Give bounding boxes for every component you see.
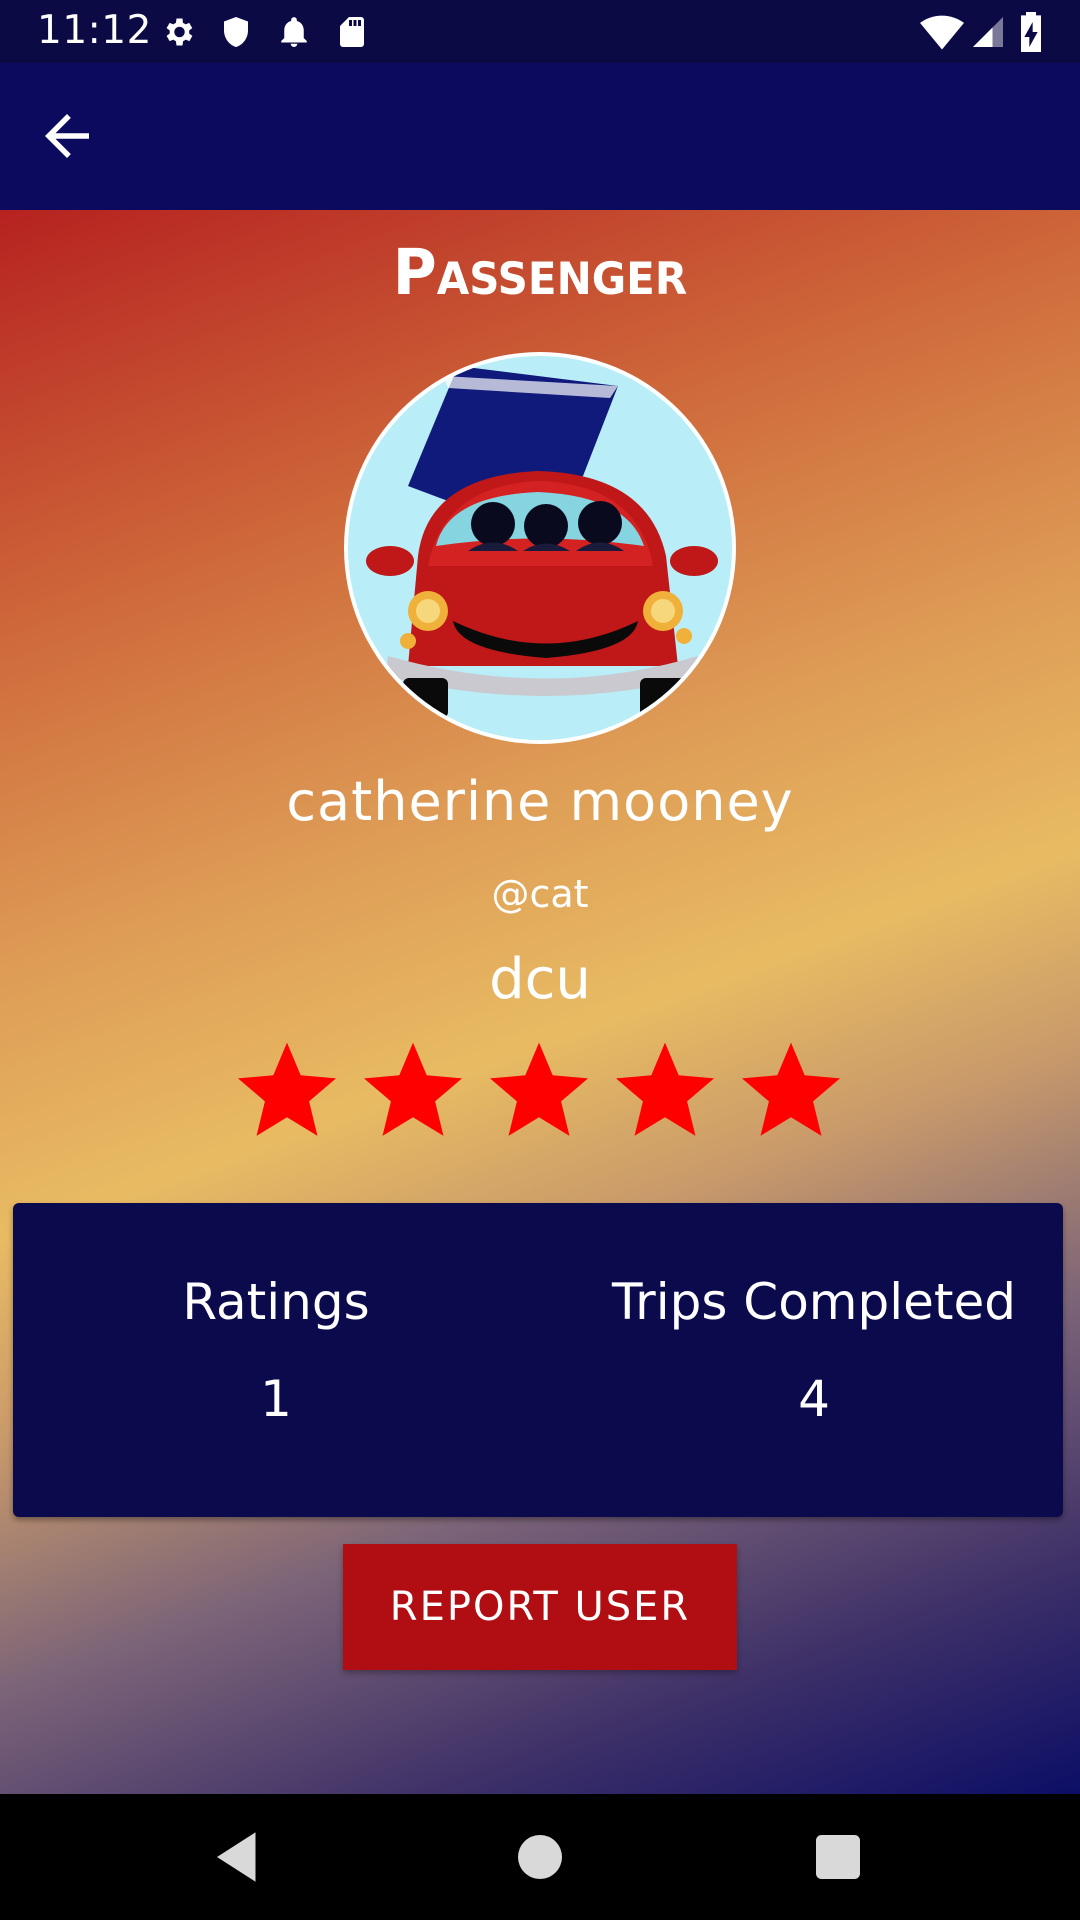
battery-charging-icon [1021,12,1041,52]
gear-icon [166,18,193,46]
report-user-button[interactable]: REPORT USER [343,1544,737,1670]
recents-square-icon[interactable] [805,1824,871,1890]
bell-icon [281,17,307,47]
shield-icon [224,17,248,47]
page-title: Passenger [392,236,688,310]
sd-card-icon [340,17,364,47]
profile-content: Passenger catherine mooney @cat dcu Rati… [0,210,1080,1794]
back-arrow-icon[interactable] [34,103,100,169]
star-icon [237,1042,337,1136]
signal-icon [973,17,1003,47]
back-triangle-icon[interactable] [206,1824,272,1890]
status-time: 11:12 [37,8,152,53]
status-bar: 11:12 [0,0,1080,63]
full-name: catherine mooney [286,770,794,833]
navigation-bar [0,1794,1080,1920]
ratings-value: 1 [260,1370,292,1428]
avatar [344,352,736,744]
star-icon [741,1042,841,1136]
rating-stars [234,1036,846,1146]
star-icon [615,1042,715,1136]
ratings-label: Ratings [182,1273,370,1331]
wifi-icon [920,15,964,50]
trips-completed-label: Trips Completed [611,1273,1017,1331]
trips-completed-value: 4 [798,1370,830,1428]
star-icon [489,1042,589,1136]
car-avatar-image [348,356,732,740]
stats-card: Ratings 1 Trips Completed 4 [13,1203,1063,1517]
username: @cat [491,872,589,916]
star-icon [363,1042,463,1136]
app-bar [0,63,1080,210]
home-circle-icon[interactable] [507,1824,573,1890]
affiliation: dcu [489,947,591,1012]
